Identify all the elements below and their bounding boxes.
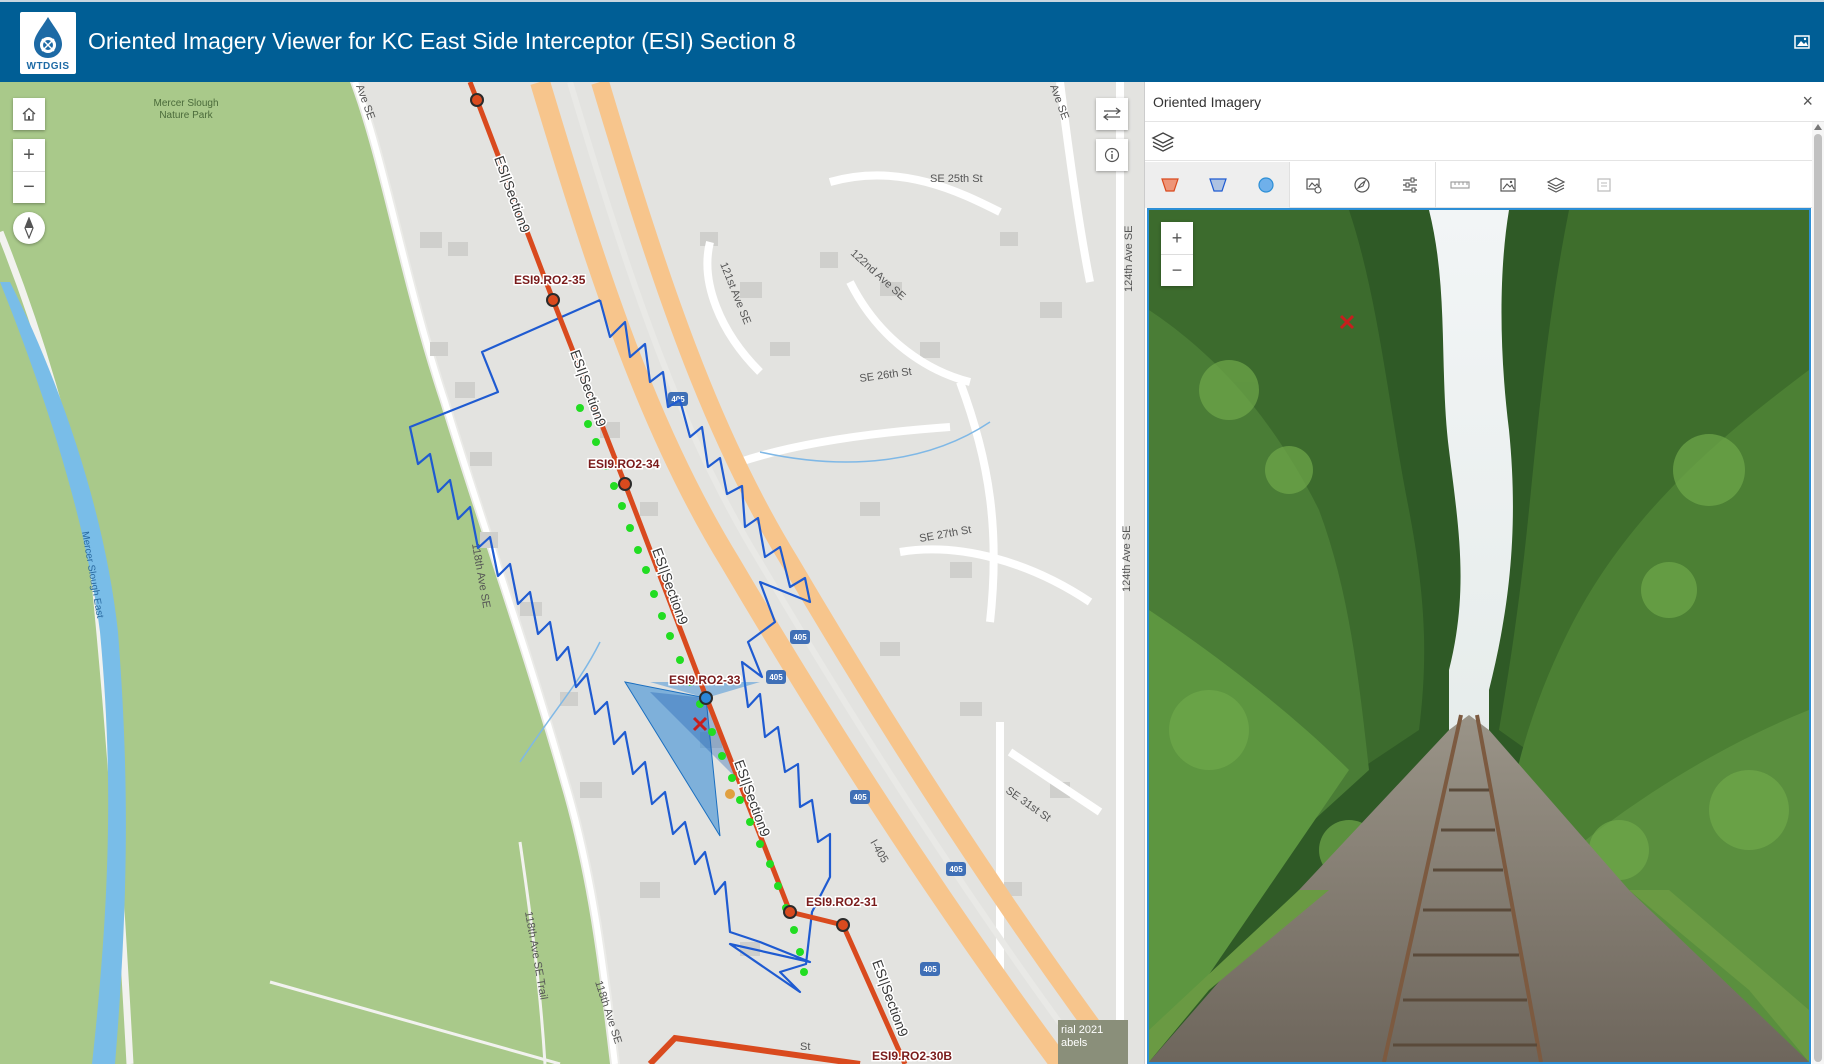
attribution-line-2: abels [1061, 1037, 1088, 1049]
wtdgis-logo: WTDGIS [20, 12, 76, 74]
street-label-se-25th: SE 25th St [930, 173, 983, 185]
logo-text: WTDGIS [26, 61, 70, 72]
zoom-in-icon: + [23, 143, 35, 166]
image-gallery-button[interactable] [1301, 172, 1327, 198]
oriented-image [1149, 210, 1809, 1062]
zoom-in-icon: + [1171, 227, 1183, 248]
svg-text:405: 405 [923, 965, 937, 974]
info-control [1096, 139, 1128, 171]
home-button[interactable] [13, 98, 45, 130]
point-label-30b: ESI9.RO2-30B [872, 1049, 952, 1063]
swap-control [1096, 98, 1128, 130]
layers-icon[interactable] [1151, 131, 1175, 158]
image-icon [1500, 178, 1516, 192]
extent-icon [1209, 178, 1227, 192]
info-icon [1104, 147, 1120, 163]
street-label-124th-a: 124th Ave SE [1123, 226, 1135, 292]
point-label-33: ESI9.RO2-33 [669, 673, 741, 687]
image-gallery-icon [1306, 178, 1322, 194]
zoom-control: + − [13, 139, 45, 203]
street-label-bottom: St [800, 1041, 810, 1053]
svg-text:405: 405 [793, 633, 807, 642]
location-icon [1258, 177, 1274, 193]
image-layers-button[interactable] [1543, 172, 1569, 198]
point-label-31: ESI9.RO2-31 [806, 895, 878, 909]
close-icon[interactable]: × [1802, 91, 1813, 112]
attribution-line-1: rial 2021 [1061, 1024, 1104, 1036]
svg-text:405: 405 [853, 793, 867, 802]
app: WTDGIS Oriented Imagery Viewer for KC Ea… [0, 0, 1824, 1064]
swap-icon [1103, 107, 1121, 121]
settings-icon [1403, 177, 1417, 193]
navigator-button[interactable] [1349, 172, 1375, 198]
point-label-35: ESI9.RO2-35 [514, 273, 586, 287]
layer-selector-row [1145, 123, 1815, 161]
app-title: Oriented Imagery Viewer for KC East Side… [88, 28, 796, 54]
point-label-34: ESI9.RO2-34 [588, 457, 660, 471]
park-label-line-2: Nature Park [159, 110, 213, 121]
viewer-zoom-in-button[interactable]: + [1161, 222, 1193, 254]
home-icon [22, 107, 36, 121]
zoom-in-button[interactable]: + [13, 139, 45, 171]
compass-icon [24, 217, 34, 239]
swap-button[interactable] [1096, 98, 1128, 130]
image-viewer[interactable]: + − [1147, 208, 1811, 1064]
app-header: WTDGIS Oriented Imagery Viewer for KC Ea… [0, 0, 1824, 82]
export-button[interactable] [1591, 172, 1617, 198]
zoom-out-button[interactable]: − [13, 171, 45, 203]
scroll-thumb[interactable] [1814, 134, 1822, 1062]
viewer-zoom-control: + − [1161, 222, 1193, 286]
measure-icon [1450, 181, 1470, 189]
basemap-attribution[interactable]: rial 2021 abels [1058, 1020, 1128, 1064]
map-view[interactable]: 405 405 405 405 405 405 SE 25th St SE 26… [0, 82, 1144, 1064]
image-enhancement-button[interactable] [1495, 172, 1521, 198]
viewer-toolbar [1145, 162, 1815, 208]
street-label-124th-b: 124th Ave SE [1121, 526, 1133, 592]
oriented-imagery-panel: Oriented Imagery × + − [1144, 82, 1824, 1064]
export-icon [1597, 178, 1611, 192]
compass-button[interactable] [13, 212, 45, 244]
svg-text:405: 405 [949, 865, 963, 874]
info-button[interactable] [1096, 139, 1128, 171]
svg-text:405: 405 [769, 673, 783, 682]
navigator-icon [1354, 177, 1370, 193]
zoom-out-icon: − [1171, 260, 1183, 280]
footprint-toggle-button[interactable] [1157, 172, 1183, 198]
footprint-icon [1161, 178, 1179, 192]
panel-scrollbar[interactable] [1812, 122, 1824, 1064]
panel-title: Oriented Imagery [1153, 94, 1262, 110]
extent-toggle-button[interactable] [1205, 172, 1231, 198]
panel-header: Oriented Imagery × [1145, 82, 1824, 122]
scroll-up-icon[interactable] [1814, 124, 1822, 130]
compass-control[interactable] [13, 212, 45, 244]
image-icon[interactable] [1792, 32, 1812, 52]
basemap: 405 405 405 405 405 405 SE 25th St SE 26… [0, 82, 1144, 1064]
measure-button[interactable] [1447, 172, 1473, 198]
home-control [13, 98, 45, 130]
zoom-out-icon: − [23, 176, 35, 198]
water-drop-logo-icon [34, 17, 62, 58]
location-toggle-button[interactable] [1253, 172, 1279, 198]
viewer-zoom-out-button[interactable]: − [1161, 254, 1193, 286]
park-label-line-1: Mercer Slough [153, 98, 218, 109]
image-layers-icon [1546, 177, 1566, 193]
image-settings-button[interactable] [1397, 172, 1423, 198]
selected-point-icon [725, 789, 735, 799]
